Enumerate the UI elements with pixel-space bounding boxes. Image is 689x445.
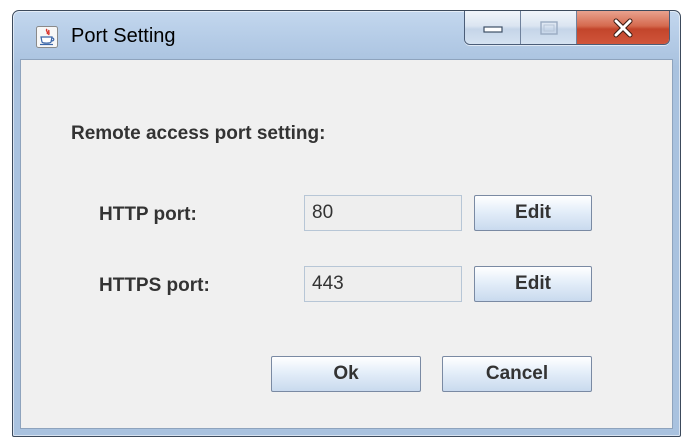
maximize-button[interactable] [521, 11, 577, 44]
minimize-button[interactable] [465, 11, 521, 44]
port-setting-window: Port Setting Remote access port setting:… [12, 10, 681, 437]
title-bar[interactable]: Port Setting [13, 11, 680, 59]
dialog-content: Remote access port setting: HTTP port: 8… [20, 59, 673, 429]
java-cup-icon [36, 26, 58, 48]
cancel-button[interactable]: Cancel [442, 356, 592, 392]
https-port-label: HTTPS port: [99, 275, 210, 296]
http-port-label: HTTP port: [99, 204, 197, 225]
window-title: Port Setting [71, 25, 176, 47]
http-edit-button[interactable]: Edit [474, 195, 592, 231]
ok-button[interactable]: Ok [271, 356, 421, 392]
maximize-icon [539, 20, 558, 35]
close-button[interactable] [577, 11, 669, 44]
https-edit-button[interactable]: Edit [474, 266, 592, 302]
https-port-field[interactable]: 443 [304, 266, 462, 302]
section-heading: Remote access port setting: [71, 123, 326, 144]
http-port-field[interactable]: 80 [304, 195, 462, 231]
minimize-icon [482, 25, 503, 33]
window-controls [464, 11, 670, 45]
close-icon [613, 18, 633, 37]
